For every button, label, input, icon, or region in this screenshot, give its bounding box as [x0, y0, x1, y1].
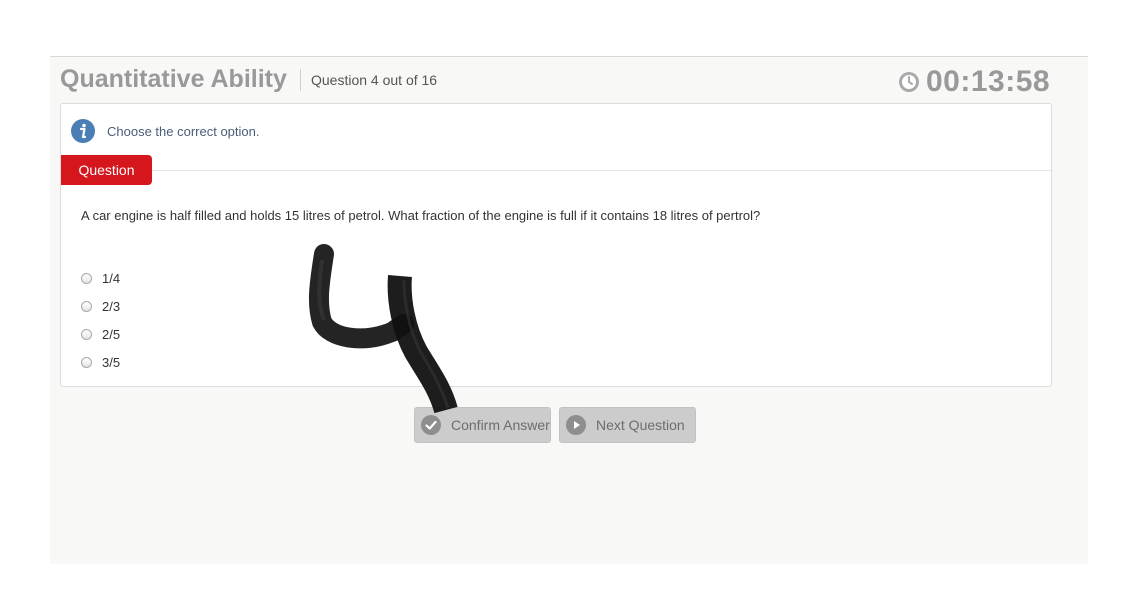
option-label: 3/5 [102, 354, 121, 370]
next-question-button[interactable]: Next Question [559, 407, 696, 443]
instruction-row: Choose the correct option. [71, 119, 259, 143]
option-label: 2/5 [102, 326, 121, 342]
radio-button[interactable] [81, 328, 92, 340]
option-label: 1/4 [102, 270, 121, 286]
header-divider [300, 69, 301, 91]
option-4[interactable]: 3/5 [81, 348, 120, 376]
next-question-label: Next Question [596, 417, 685, 433]
info-icon [71, 119, 95, 143]
check-circle-icon [421, 415, 441, 435]
radio-button[interactable] [81, 272, 92, 284]
option-2[interactable]: 2/3 [81, 292, 120, 320]
section-title: Quantitative Ability [60, 65, 287, 93]
answer-options: 1/4 2/3 2/5 3/5 [81, 264, 120, 376]
question-text: A car engine is half filled and holds 15… [81, 208, 761, 223]
confirm-answer-label: Confirm Answer [451, 417, 550, 433]
option-3[interactable]: 2/5 [81, 320, 120, 348]
option-1[interactable]: 1/4 [81, 264, 120, 292]
instruction-text: Choose the correct option. [107, 123, 260, 139]
question-panel: Choose the correct option. Question A ca… [60, 103, 1052, 387]
question-counter: Question 4 out of 16 [311, 72, 438, 88]
question-tab: Question [61, 155, 152, 185]
timer: 00:13:58 [898, 65, 1050, 99]
option-label: 2/3 [102, 298, 121, 314]
play-circle-icon [566, 415, 586, 435]
radio-button[interactable] [81, 300, 92, 312]
quiz-window: Quantitative Ability Question 4 out of 1… [50, 56, 1088, 564]
panel-divider [151, 170, 1051, 171]
timer-value: 00:13:58 [926, 65, 1051, 98]
clock-icon [899, 72, 919, 92]
confirm-answer-button[interactable]: Confirm Answer [414, 407, 551, 443]
radio-button[interactable] [81, 356, 92, 368]
